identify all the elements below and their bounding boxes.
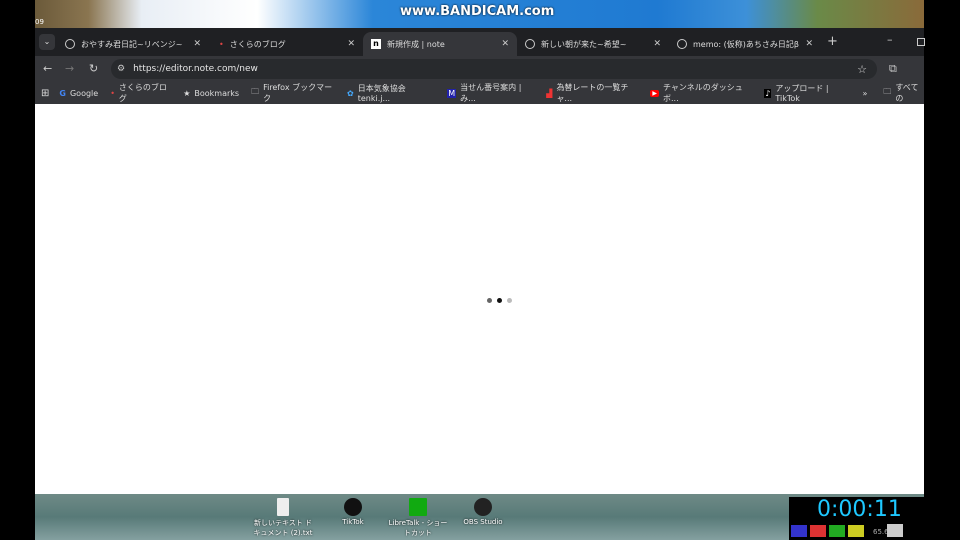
tab[interactable]: 新しい朝が来た~希望~ ✕ [517,32,669,56]
bookmark-item[interactable]: ✿ 日本気象協会 tenki.j... [347,83,435,103]
desktop-icon-label: 新しいテキスト ドキュメント (2).txt [253,519,313,537]
tab-active[interactable]: n 新規作成 | note ✕ [363,32,517,56]
extensions-icon[interactable]: ⧉ [889,62,897,76]
star-icon: ★ [183,88,191,98]
recording-time: 0:00:11 [817,497,902,522]
tab-title: 新しい朝が来た~希望~ [541,39,627,49]
close-tab-icon[interactable]: ✕ [193,39,201,49]
loading-dot [507,298,512,303]
tab[interactable]: • さくらのブログ ✕ [211,32,363,56]
bookmark-item[interactable]: 🗀 Firefox ブックマーク [251,82,335,104]
note-icon: n [371,39,381,49]
tenki-icon: ✿ [347,88,354,98]
desktop-icon-label: LibreTalk - ショートカット [388,519,448,537]
globe-icon [65,39,75,49]
bookmark-label: アップロード | TikTok [775,84,829,103]
bookmark-label: 当せん番号案内 | み... [460,83,522,103]
tab[interactable]: おやすみ君日記~リベンジ~ ✕ [57,32,209,56]
globe-icon [677,39,687,49]
desktop-icon-obs[interactable]: OBS Studio [453,498,513,526]
minimize-button[interactable]: – [887,33,893,46]
tab-title: 新規作成 | note [387,39,445,49]
bookmark-label: さくらのブログ [118,83,167,103]
close-tab-icon[interactable]: ✕ [805,39,813,49]
tiktok-icon: ♪ [764,88,772,98]
forward-icon[interactable]: → [65,62,74,75]
bookmark-label: Firefox ブックマーク [263,83,333,103]
desktop-icon-label: TikTok [342,518,364,526]
bookmark-label: チャンネルのダッシュボ... [663,83,743,103]
close-tab-icon[interactable]: ✕ [501,39,509,49]
bookmark-item[interactable]: ▶ チャンネルのダッシュボ... [650,82,752,104]
close-tab-icon[interactable]: ✕ [653,39,661,49]
browser-window: ⌄ おやすみ君日記~リベンジ~ ✕ • さくらのブログ ✕ n 新規作成 | note ✕… [35,28,925,104]
bookmark-label: 為替レートの一覧チャ... [556,83,629,103]
bandicam-recorder-panel: 0:00:11 65.6 [789,497,924,540]
all-bookmarks-folder[interactable]: 🗀 すべての [883,82,924,104]
folder-icon: 🗀 [883,87,892,96]
bandicam-watermark: www.BANDICAM.com [400,4,555,19]
google-icon: G [59,88,66,98]
obs-icon [474,498,492,516]
bookmark-item[interactable]: • さくらのブログ [110,82,171,104]
text-file-icon [277,498,289,516]
bookmark-star-icon[interactable]: ☆ [857,63,867,76]
bookmark-label: 日本気象協会 tenki.j... [357,84,406,103]
bookmark-item[interactable]: M 当せん番号案内 | み... [447,82,534,104]
bookmark-item[interactable]: G Google [59,89,98,98]
bookmark-label: Google [69,88,99,98]
sakura-icon: • [110,88,115,98]
tiktok-icon [344,498,362,516]
site-settings-icon[interactable]: ⚙ [117,64,125,74]
play-button[interactable] [791,525,807,537]
tab-title: memo: (仮称)あちさみ日記β [693,39,799,49]
youtube-icon: ▶ [650,89,660,97]
bookmark-item[interactable]: ★ Bookmarks [183,89,239,98]
desktop-icon-tiktok[interactable]: TikTok [323,498,383,526]
stop-button[interactable] [810,525,826,537]
mic-button[interactable] [887,524,903,537]
desktop-icon-text-file[interactable]: 新しいテキスト ドキュメント (2).txt [253,498,313,538]
bookmark-item[interactable]: ▟ 為替レートの一覧チャ... [546,82,638,104]
lock-button[interactable] [829,525,845,537]
more-bookmarks-icon[interactable]: » [862,89,867,98]
toolbar: ← → ↻ ⚙ https://editor.note.com/new ☆ ⧉ [35,56,924,82]
desktop-icon-label: OBS Studio [463,518,503,526]
desktop-icon-libretalk[interactable]: LibreTalk - ショートカット [388,498,448,538]
globe-icon [525,39,535,49]
corner-number: 09 [35,18,44,26]
folder-icon: 🗀 [251,87,260,96]
tab-strip: ⌄ おやすみ君日記~リベンジ~ ✕ • さくらのブログ ✕ n 新規作成 | note ✕… [35,28,925,56]
bookmark-label: すべての [895,83,919,103]
mizuho-icon: M [447,88,457,98]
sakura-icon: • [219,39,224,49]
bookmark-label: Bookmarks [194,88,240,98]
loading-dot [497,298,502,303]
chart-icon: ▟ [546,88,553,98]
tab-search-button[interactable]: ⌄ [39,34,55,50]
close-tab-icon[interactable]: ✕ [347,39,355,49]
bookmarks-bar: ⊞ G Google • さくらのブログ ★ Bookmarks 🗀 Firefox ブ… [35,82,924,104]
loading-dot [487,298,492,303]
tab-title: おやすみ君日記~リベンジ~ [81,39,183,49]
url-text[interactable]: https://editor.note.com/new [133,64,258,74]
reload-icon[interactable]: ↻ [89,62,98,75]
apps-icon[interactable]: ⊞ [41,88,49,99]
libretalk-icon [409,498,427,516]
back-icon[interactable]: ← [43,62,52,75]
maximize-button[interactable] [917,38,925,46]
capture-button[interactable] [848,525,864,537]
tab-title: さくらのブログ [229,39,286,49]
tab[interactable]: memo: (仮称)あちさみ日記β ✕ [669,32,821,56]
bookmark-item[interactable]: ♪ アップロード | TikTok [764,83,850,103]
address-bar[interactable]: ⚙ https://editor.note.com/new ☆ [111,59,877,79]
page-content [35,104,924,494]
new-tab-button[interactable]: + [827,34,838,49]
